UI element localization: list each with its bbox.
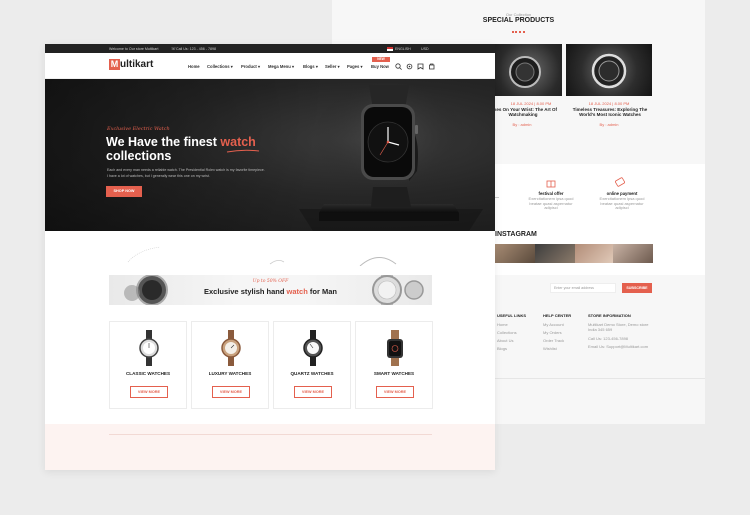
nav-product[interactable]: Product ▾	[241, 64, 260, 69]
flag-icon	[387, 46, 393, 51]
newsletter-email-input[interactable]: Enter your email address	[550, 283, 616, 293]
category-title: CLASSIC WATCHES	[125, 371, 171, 376]
category-title: LUXURY WATCHES	[208, 371, 252, 376]
chevron-down-icon: ▾	[230, 64, 233, 69]
phone-text: Call Us: 123 - 456 - 7898	[176, 46, 216, 51]
nav-pages[interactable]: Pages ▾	[347, 64, 363, 69]
blog-title[interactable]: Takes On Your Wrist: The Art Of Watchmak…	[484, 107, 562, 117]
category-title: SMART WATCHES	[373, 371, 415, 376]
category-title: QUARTZ WATCHES	[290, 371, 334, 376]
special-title: SPECIAL PRODUCTS	[482, 17, 555, 24]
nav-buy-now[interactable]: Buy Now	[371, 64, 389, 69]
instagram-image[interactable]	[613, 244, 653, 263]
footer-divider	[492, 378, 705, 379]
welcome-text: Welcome to Our store Multikart	[109, 46, 159, 51]
logo[interactable]: Multikart	[109, 59, 153, 71]
subscribe-button[interactable]: SUBSCRIBE	[622, 283, 652, 293]
footer-link[interactable]: About Us	[497, 338, 513, 343]
blog-date: 18 JUL 2024 | 8.00 PM	[588, 101, 630, 106]
watch-image-right	[372, 275, 424, 305]
footer-help-title: HELP CENTER	[543, 313, 572, 318]
category-card: SMART WATCHES VIEW MORE	[355, 321, 433, 409]
watch-icon	[139, 330, 159, 366]
footer-link[interactable]: Collections	[497, 330, 517, 335]
category-card: CLASSIC WATCHES VIEW MORE	[109, 321, 187, 409]
footer-link[interactable]: My Account	[543, 322, 564, 327]
chevron-down-icon: ▾	[291, 64, 295, 69]
instagram-image[interactable]	[495, 244, 535, 263]
hero-headline-line2: collections	[106, 149, 172, 163]
nav-collections[interactable]: Collections ▾	[207, 64, 233, 69]
blog-date: 18 JUL 2024 | 8.00 PM	[510, 101, 552, 106]
footer-link[interactable]: Wishlist	[543, 346, 557, 351]
gift-icon	[546, 180, 556, 188]
nav-home[interactable]: Home	[188, 64, 200, 69]
view-more-button[interactable]: VIEW MORE	[130, 386, 168, 398]
hero-eyebrow: Exclusive Electric Watch	[107, 126, 170, 132]
footer-link[interactable]: Order Track	[543, 338, 564, 343]
chevron-down-icon: ▾	[315, 64, 318, 69]
blog-title[interactable]: Timeless Treasures: Exploring The World'…	[570, 107, 650, 117]
category-card: LUXURY WATCHES VIEW MORE	[191, 321, 269, 409]
watch-icon	[221, 330, 241, 366]
hero-headline: We Have the finest watch	[106, 135, 256, 149]
footer-useful-title: USEFUL LINKS	[497, 313, 527, 318]
promo-banner[interactable]: Up to 50% OFF Exclusive stylish hand wat…	[109, 275, 432, 305]
service-desc: Exercitationem ipsa quod beatae quasi as…	[528, 196, 574, 210]
footer-store-title: STORE INFORMATION	[588, 313, 631, 318]
service-desc: Exercitationem ipsa quod beatae quasi as…	[599, 196, 645, 210]
cart-icon[interactable]	[428, 63, 435, 70]
underline-swoosh	[226, 149, 260, 153]
new-badge: NEW	[372, 57, 390, 62]
card-icon	[615, 177, 625, 187]
shop-now-button[interactable]: SHOP NOW	[106, 186, 142, 197]
view-more-button[interactable]: VIEW MORE	[212, 386, 250, 398]
blog-image-2	[566, 44, 652, 96]
watch-icon	[303, 330, 323, 366]
decorative-watch-sketches	[127, 246, 397, 266]
promo-badge: Up to 50% OFF	[252, 279, 289, 284]
footer-link[interactable]: Blogs	[497, 346, 507, 351]
hero-description: Each and every man needs a reliable watc…	[107, 168, 265, 172]
smartwatch-icon	[387, 330, 403, 366]
store-address: Multikart Demo Store, Demo store India 3…	[588, 322, 649, 332]
nav-seller[interactable]: Seller ▾	[325, 64, 340, 69]
promo-title: Exclusive stylish hand watch for Man	[204, 287, 337, 296]
blog-author: By : admin	[599, 122, 619, 127]
view-more-button[interactable]: VIEW MORE	[294, 386, 332, 398]
chevron-down-icon: ▾	[258, 64, 261, 69]
footer-link[interactable]: My Orders	[543, 330, 562, 335]
language-selector[interactable]: ENGLISH	[395, 47, 411, 51]
instagram-image[interactable]	[575, 244, 613, 263]
store-email: Email Us: Support@Multikart.com	[588, 344, 649, 349]
blog-author: By : admin	[512, 122, 532, 127]
instagram-title: INSTAGRAM	[495, 231, 537, 238]
currency-selector[interactable]: USD	[421, 47, 429, 51]
chevron-down-icon: ▾	[337, 64, 340, 69]
smartwatch-image	[299, 83, 483, 231]
store-phone: Call Us: 123-456-7898	[588, 336, 629, 341]
wishlist-icon[interactable]	[417, 63, 424, 70]
homepage-preview: Welcome to Our store Multikart ☏ Call Us…	[45, 44, 495, 470]
nav-blogs[interactable]: Blogs ▾	[303, 64, 318, 69]
main-navbar: Multikart Home Collections ▾ Product ▾ M…	[45, 53, 495, 79]
chevron-down-icon: ▾	[360, 64, 363, 69]
top-bar: Welcome to Our store Multikart ☏ Call Us…	[45, 44, 495, 53]
category-card: QUARTZ WATCHES VIEW MORE	[273, 321, 351, 409]
watch-icon	[591, 53, 627, 89]
settings-icon[interactable]	[406, 63, 413, 70]
logo-mark: M	[109, 59, 120, 70]
search-icon[interactable]	[395, 63, 402, 70]
nav-mega-menu[interactable]: Mega Menu ▾	[268, 64, 294, 69]
instagram-image[interactable]	[535, 244, 575, 263]
logo-text: ultikart	[120, 59, 154, 70]
title-divider	[512, 31, 525, 33]
hero-banner: Exclusive Electric Watch We Have the fin…	[45, 79, 495, 231]
footer-link[interactable]: Home	[497, 322, 508, 327]
view-more-button[interactable]: VIEW MORE	[376, 386, 414, 398]
hero-description-2: I have a lot of watches, but I generally…	[107, 174, 210, 178]
